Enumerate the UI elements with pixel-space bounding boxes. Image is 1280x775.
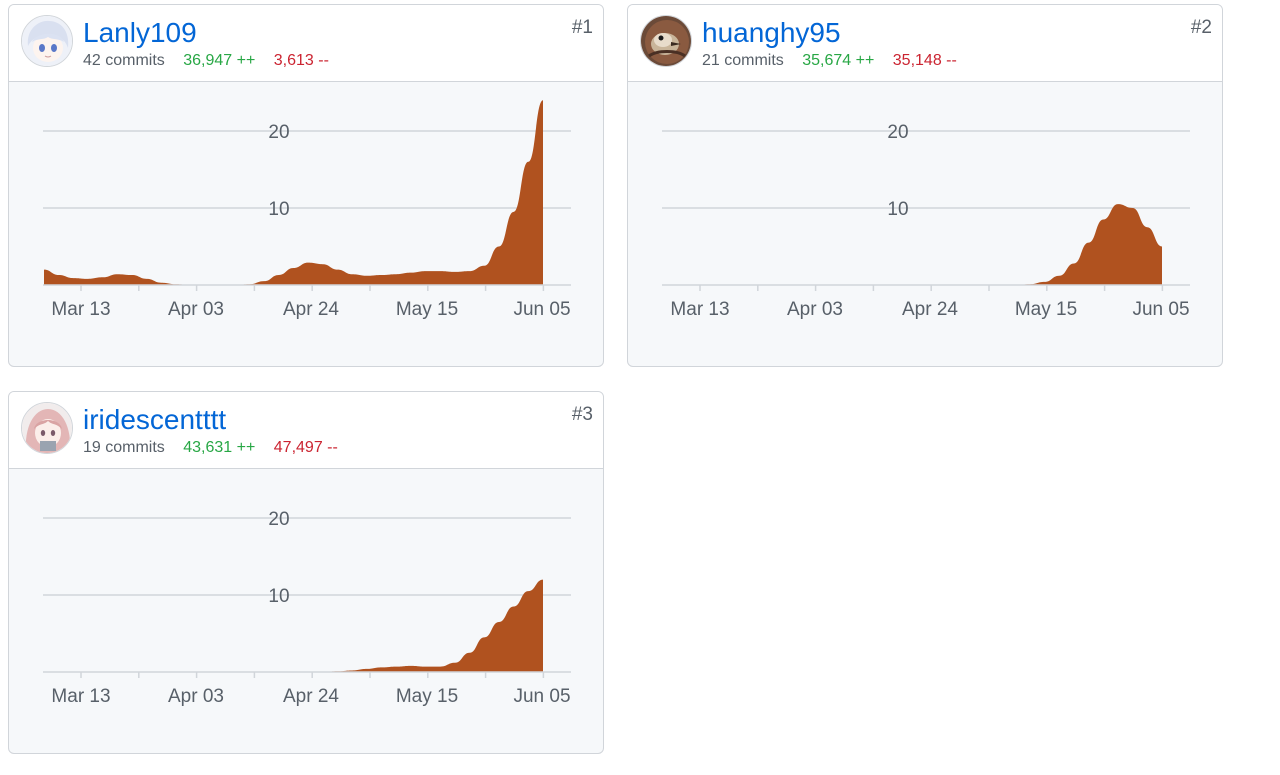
commit-count: 42 commits: [83, 52, 165, 69]
x-tick-label: Mar 13: [670, 299, 729, 320]
y-tick-label: 10: [268, 199, 289, 220]
additions-count: 43,631 ++: [183, 439, 256, 456]
area-series: [44, 100, 543, 285]
username-link[interactable]: iridescentttt: [83, 404, 226, 436]
additions-count: 36,947 ++: [183, 52, 256, 69]
contributor-card: iridescentttt 19 commits 43,631 ++ 47,49…: [8, 391, 604, 754]
card-header: huanghy95 21 commits 35,674 ++ 35,148 --…: [628, 5, 1222, 82]
x-tick-label: Apr 03: [168, 686, 224, 707]
commit-count: 19 commits: [83, 439, 165, 456]
avatar[interactable]: [21, 402, 73, 454]
x-tick-label: Apr 03: [168, 299, 224, 320]
pink-hair-avatar: [22, 403, 72, 453]
commit-activity-chart: 10 20 Mar 13 Apr 03 Apr 24 May 15 Jun 05: [43, 100, 571, 320]
contribution-stats: 19 commits 43,631 ++ 47,497 --: [83, 438, 352, 458]
deletions-count: 35,148 --: [892, 52, 957, 69]
username-link[interactable]: Lanly109: [83, 17, 197, 49]
contribution-stats: 42 commits 36,947 ++ 3,613 --: [83, 51, 343, 71]
bird-photo-avatar: [641, 16, 691, 66]
x-tick-label: Mar 13: [51, 686, 110, 707]
y-tick-label: 10: [268, 586, 289, 607]
contributor-card: Lanly109 42 commits 36,947 ++ 3,613 -- #…: [8, 4, 604, 367]
avatar[interactable]: [21, 15, 73, 67]
avatar[interactable]: [640, 15, 692, 67]
area-series: [663, 204, 1162, 285]
y-tick-label: 20: [887, 122, 908, 143]
card-header: iridescentttt 19 commits 43,631 ++ 47,49…: [9, 392, 603, 469]
x-tick-label: May 15: [396, 686, 458, 707]
contribution-stats: 21 commits 35,674 ++ 35,148 --: [702, 51, 971, 71]
x-tick-label: May 15: [396, 299, 458, 320]
deletions-count: 47,497 --: [273, 439, 338, 456]
area-series: [44, 579, 543, 672]
username-link[interactable]: huanghy95: [702, 17, 841, 49]
rank-label: #2: [1190, 17, 1212, 38]
x-tick-label: Jun 05: [1132, 299, 1189, 320]
x-tick-label: Apr 24: [283, 299, 339, 320]
x-tick-label: Jun 05: [513, 686, 570, 707]
x-tick-label: Apr 24: [283, 686, 339, 707]
y-tick-label: 10: [887, 199, 908, 220]
additions-count: 35,674 ++: [802, 52, 875, 69]
x-tick-label: Jun 05: [513, 299, 570, 320]
x-tick-label: Apr 03: [787, 299, 843, 320]
commit-activity-chart: 10 20 Mar 13 Apr 03 Apr 24 May 15 Jun 05: [662, 122, 1190, 320]
contributor-card: huanghy95 21 commits 35,674 ++ 35,148 --…: [627, 4, 1223, 367]
x-tick-label: Apr 24: [902, 299, 958, 320]
deletions-count: 3,613 --: [273, 52, 329, 69]
commit-activity-chart: 10 20 Mar 13 Apr 03 Apr 24 May 15 Jun 05: [43, 509, 571, 707]
commit-count: 21 commits: [702, 52, 784, 69]
y-tick-label: 20: [268, 509, 289, 530]
rank-label: #3: [571, 404, 593, 425]
anime-girl-avatar: [22, 16, 72, 66]
card-header: Lanly109 42 commits 36,947 ++ 3,613 -- #…: [9, 5, 603, 82]
rank-label: #1: [571, 17, 593, 38]
y-tick-label: 20: [268, 122, 289, 143]
x-tick-label: Mar 13: [51, 299, 110, 320]
x-tick-label: May 15: [1015, 299, 1077, 320]
